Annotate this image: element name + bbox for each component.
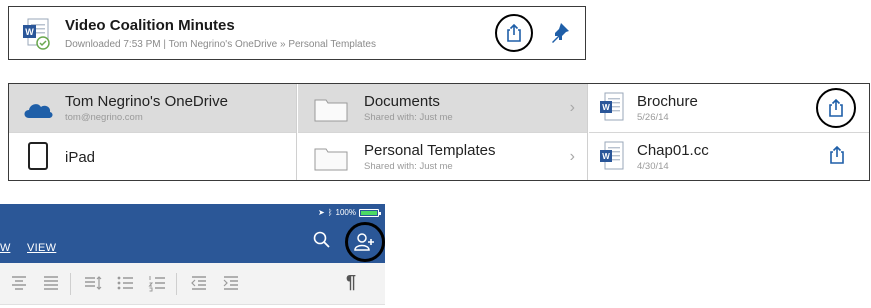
file-name: Chap01.cc [637,142,709,159]
divider [176,273,177,295]
share-icon [507,23,521,42]
file-chap01[interactable]: W Chap01.cc 4/30/14 [589,132,869,180]
recent-file-row[interactable]: W Video Coalition Minutes Downloaded 7:5… [8,6,586,60]
file-date: 5/26/14 [637,112,669,123]
word-toolbar: ➤ ᛒ 100% W VIEW ¶ [0,204,394,308]
location-name: Tom Negrino's OneDrive [65,93,228,110]
svg-text:W: W [25,27,34,37]
bluetooth-icon: ᛒ [327,208,333,217]
location-name: iPad [65,149,96,166]
increase-indent-icon[interactable] [222,274,240,292]
file-location: Downloaded 7:53 PM | Tom Negrino's OneDr… [65,39,376,50]
file-title: Video Coalition Minutes [65,17,235,34]
add-person-icon [354,233,374,251]
folder-sharing: Shared with: Just me [364,112,453,123]
location-icon: ➤ [318,208,325,217]
divider [70,273,71,295]
folder-name: Personal Templates [364,142,496,159]
pin-icon[interactable] [549,21,571,45]
numbered-list-icon[interactable] [148,274,166,292]
ribbon-header: ➤ ᛒ 100% W VIEW [0,204,385,263]
file-brochure[interactable]: W Brochure 5/26/14 [589,84,869,132]
share-people-button[interactable] [345,222,385,262]
bullet-list-icon[interactable] [116,274,134,292]
folder-sharing: Shared with: Just me [364,161,453,172]
line-spacing-icon[interactable] [84,274,102,292]
align-right-icon[interactable] [42,274,60,292]
word-document-icon: W [23,18,50,50]
status-bar: ➤ ᛒ 100% [318,208,381,217]
folder-personal-templates[interactable]: Personal Templates Shared with: Just me … [298,132,587,180]
battery-percent: 100% [335,208,356,217]
file-browser: Tom Negrino's OneDrive tom@negrino.com i… [8,83,870,181]
word-document-icon: W [600,141,624,170]
location-sub: tom@negrino.com [65,112,143,123]
location-onedrive[interactable]: Tom Negrino's OneDrive tom@negrino.com [9,84,296,132]
location-ipad[interactable]: iPad [9,132,296,180]
folder-icon [314,99,348,122]
paragraph-mark-icon[interactable]: ¶ [346,272,356,293]
word-document-icon: W [600,92,624,121]
folder-name: Documents [364,93,440,110]
formatting-bar: ¶ [0,263,385,305]
search-icon[interactable] [313,231,331,249]
share-icon[interactable] [828,145,846,165]
svg-text:W: W [602,152,610,161]
share-icon [829,98,843,117]
folder-documents[interactable]: Documents Shared with: Just me › [298,84,587,132]
share-button[interactable] [495,14,533,52]
chevron-right-icon: › [569,148,575,165]
file-name: Brochure [637,93,698,110]
files-column: W Brochure 5/26/14 W Chap01.cc 4/30/14 [589,84,869,180]
folder-icon [314,148,348,171]
chevron-right-icon: › [569,99,575,116]
folders-column: Documents Shared with: Just me › Persona… [298,84,588,180]
share-button[interactable] [816,88,856,128]
tab-view[interactable]: VIEW [27,242,56,254]
file-date: 4/30/14 [637,161,669,172]
decrease-indent-icon[interactable] [190,274,208,292]
ipad-icon [28,142,48,170]
align-center-icon[interactable] [10,274,28,292]
locations-column: Tom Negrino's OneDrive tom@negrino.com i… [9,84,297,180]
tab-partial[interactable]: W [0,242,10,254]
onedrive-cloud-icon [24,104,53,118]
svg-text:W: W [602,103,610,112]
battery-icon [359,208,381,217]
